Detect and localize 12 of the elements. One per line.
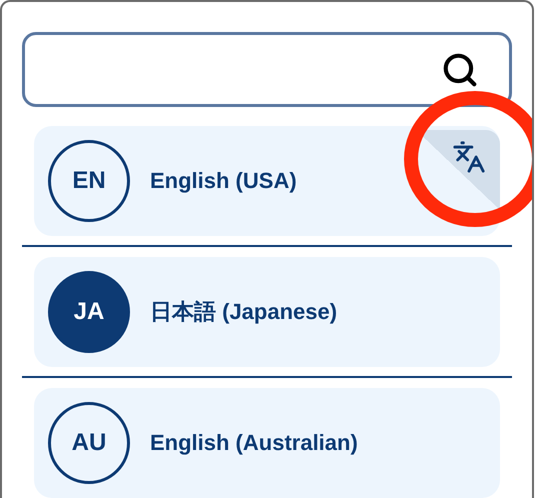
language-item[interactable]: AU English (Australian) (34, 388, 500, 498)
language-item[interactable]: EN English (USA) (34, 126, 500, 236)
language-item[interactable]: JA 日本語 (Japanese) (34, 257, 500, 367)
language-name: English (USA) (150, 168, 297, 194)
search-icon[interactable] (441, 50, 479, 88)
language-code-avatar: EN (48, 140, 130, 222)
language-code-avatar: AU (48, 402, 130, 484)
language-name: 日本語 (Japanese) (150, 298, 338, 326)
translate-icon (452, 140, 486, 174)
language-name: English (Australian) (150, 430, 358, 456)
language-code-avatar: JA (48, 271, 130, 353)
search-field[interactable] (22, 32, 512, 107)
